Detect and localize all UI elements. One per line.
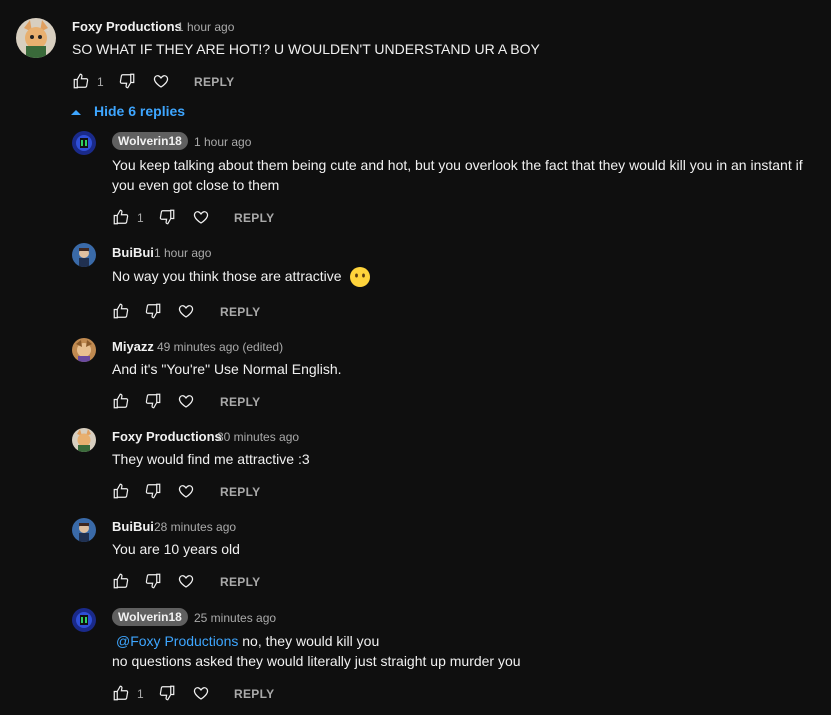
dislike-icon[interactable] bbox=[144, 302, 164, 322]
comment-actions: REPLY bbox=[112, 572, 312, 592]
heart-icon[interactable] bbox=[177, 572, 197, 592]
like-icon[interactable] bbox=[72, 72, 92, 92]
comment-actions: REPLY bbox=[112, 302, 312, 322]
like-count: 1 bbox=[97, 75, 104, 89]
dislike-icon[interactable] bbox=[144, 392, 164, 412]
heart-icon[interactable] bbox=[192, 208, 212, 228]
reply-button[interactable]: REPLY bbox=[220, 395, 260, 409]
comment-time[interactable]: 25 minutes ago bbox=[194, 611, 276, 625]
chevron-up-icon bbox=[71, 110, 81, 115]
comment-text: No way you think those are attractive bbox=[112, 266, 371, 288]
avatar[interactable] bbox=[72, 338, 96, 362]
comment-author[interactable]: BuiBui bbox=[112, 519, 154, 534]
dislike-icon[interactable] bbox=[144, 482, 164, 502]
comment-time[interactable]: 1 hour ago bbox=[194, 135, 251, 149]
heart-icon[interactable] bbox=[192, 684, 212, 704]
heart-icon[interactable] bbox=[177, 482, 197, 502]
comment-actions: 1 REPLY bbox=[112, 208, 312, 228]
avatar[interactable] bbox=[72, 518, 96, 542]
avatar[interactable] bbox=[72, 428, 96, 452]
heart-icon[interactable] bbox=[152, 72, 172, 92]
comment-text-line-1: You keep talking about them being cute a… bbox=[112, 157, 803, 173]
comment-time[interactable]: 1 hour ago bbox=[177, 20, 234, 34]
comment-time[interactable]: 1 hour ago bbox=[154, 246, 211, 260]
avatar[interactable] bbox=[72, 243, 96, 267]
hide-replies-label: Hide 6 replies bbox=[94, 103, 186, 119]
comment-time[interactable]: 49 minutes ago (edited) bbox=[157, 340, 283, 354]
reply-button[interactable]: REPLY bbox=[234, 211, 274, 225]
dislike-icon[interactable] bbox=[144, 572, 164, 592]
comment-author[interactable]: Foxy Productions bbox=[72, 19, 182, 34]
mention-link[interactable]: @Foxy Productions bbox=[116, 633, 238, 649]
comment-actions: 1 REPLY bbox=[112, 684, 312, 704]
comment-author[interactable]: Wolverin18 bbox=[112, 132, 188, 150]
reply-button[interactable]: REPLY bbox=[234, 687, 274, 701]
avatar[interactable] bbox=[72, 608, 96, 632]
comment-text: They would find me attractive :3 bbox=[112, 451, 310, 467]
comment-author[interactable]: Foxy Productions bbox=[112, 429, 222, 444]
avatar[interactable] bbox=[16, 18, 56, 58]
comment-text-line-1: @Foxy Productions no, they would kill yo… bbox=[112, 631, 379, 651]
comment-time[interactable]: 30 minutes ago bbox=[217, 430, 299, 444]
dislike-icon[interactable] bbox=[158, 684, 178, 704]
comment-text: And it's "You're" Use Normal English. bbox=[112, 361, 342, 377]
reply-button[interactable]: REPLY bbox=[220, 305, 260, 319]
reply-button[interactable]: REPLY bbox=[220, 485, 260, 499]
heart-icon[interactable] bbox=[177, 302, 197, 322]
comment-text-content: no, they would kill you bbox=[238, 633, 380, 649]
comment-text-content: No way you think those are attractive bbox=[112, 268, 342, 284]
like-icon[interactable] bbox=[112, 684, 132, 704]
heart-icon[interactable] bbox=[177, 392, 197, 412]
like-icon[interactable] bbox=[112, 208, 132, 228]
comment-text-line-2: you even got close to them bbox=[112, 177, 280, 193]
dislike-icon[interactable] bbox=[118, 72, 138, 92]
comment-text-line-2: no questions asked they would literally … bbox=[112, 653, 521, 669]
comment-actions: REPLY bbox=[112, 392, 312, 412]
avatar[interactable] bbox=[72, 131, 96, 155]
reply-button[interactable]: REPLY bbox=[194, 75, 234, 89]
comment-author[interactable]: Miyazz bbox=[112, 339, 154, 354]
comment-actions: 1 REPLY bbox=[72, 72, 272, 92]
like-count: 1 bbox=[137, 211, 144, 225]
no-mouth-face-emoji-icon bbox=[349, 266, 371, 288]
comment-time[interactable]: 28 minutes ago bbox=[154, 520, 236, 534]
reply-button[interactable]: REPLY bbox=[220, 575, 260, 589]
comment-text: You are 10 years old bbox=[112, 541, 240, 557]
like-icon[interactable] bbox=[112, 572, 132, 592]
like-icon[interactable] bbox=[112, 392, 132, 412]
like-icon[interactable] bbox=[112, 302, 132, 322]
comment-text: SO WHAT IF THEY ARE HOT!? U WOULDEN'T UN… bbox=[72, 41, 540, 57]
like-icon[interactable] bbox=[112, 482, 132, 502]
dislike-icon[interactable] bbox=[158, 208, 178, 228]
comment-author[interactable]: Wolverin18 bbox=[112, 608, 188, 626]
comment-author[interactable]: BuiBui bbox=[112, 245, 154, 260]
comment-actions: REPLY bbox=[112, 482, 312, 502]
like-count: 1 bbox=[137, 687, 144, 701]
